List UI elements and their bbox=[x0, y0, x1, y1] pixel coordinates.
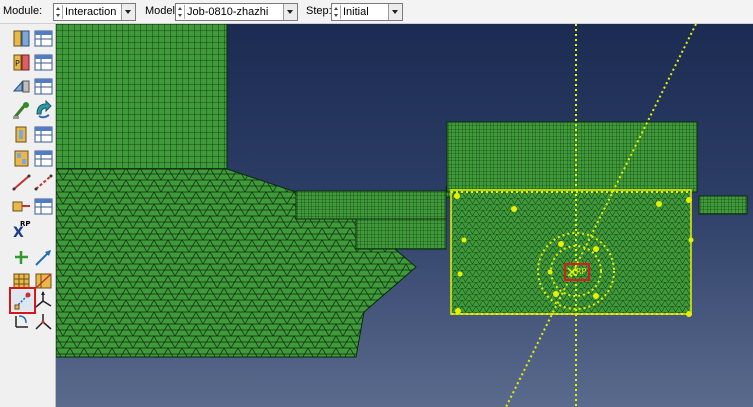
csys-triad-icon bbox=[35, 314, 52, 330]
module-dropdown-icon[interactable] bbox=[121, 4, 135, 20]
datum-axis-tool[interactable] bbox=[33, 247, 54, 268]
create-interaction-tool[interactable] bbox=[11, 28, 32, 49]
rp-label: RP bbox=[576, 267, 587, 276]
connector-section-tool[interactable] bbox=[33, 100, 54, 121]
reference-point-icon: RP X bbox=[11, 220, 32, 241]
grid-surface-icon bbox=[13, 273, 30, 289]
field-block-icon bbox=[14, 150, 29, 167]
constraint-coupling-icon bbox=[14, 292, 31, 310]
amplitude-tool[interactable] bbox=[11, 100, 32, 121]
model-spin-icon[interactable] bbox=[177, 5, 185, 19]
datum-csys-icon bbox=[15, 315, 28, 328]
datum-point-tool[interactable] bbox=[11, 247, 32, 268]
reference-point-tool[interactable]: RP X bbox=[11, 220, 32, 241]
connector-icon bbox=[34, 174, 53, 191]
connector-assignment-tool[interactable] bbox=[11, 196, 32, 217]
model-dropdown-icon[interactable] bbox=[283, 4, 297, 20]
module-spin-icon[interactable] bbox=[55, 5, 63, 19]
interaction-property-manager-tool[interactable] bbox=[33, 52, 54, 73]
manager-table-icon bbox=[34, 54, 53, 71]
step-dropdown-icon[interactable] bbox=[388, 4, 402, 20]
contact-manager-tool[interactable] bbox=[33, 76, 54, 97]
module-label: Module: bbox=[3, 5, 43, 17]
create-coordinate-system-tool[interactable] bbox=[33, 290, 54, 311]
create-constraint-tool-2[interactable] bbox=[11, 124, 32, 145]
create-field-tool[interactable] bbox=[11, 148, 32, 169]
create-constraint-tool[interactable] bbox=[9, 287, 36, 314]
interaction-toolbox: P RP X bbox=[0, 24, 56, 407]
connector-manager-tool[interactable] bbox=[33, 196, 54, 217]
display-csys-tool[interactable] bbox=[33, 312, 54, 333]
partition-icon bbox=[35, 273, 52, 289]
contact-pairs-icon bbox=[12, 80, 30, 93]
create-interaction-property-tool[interactable]: P bbox=[11, 52, 32, 73]
datum-axis-icon bbox=[35, 250, 51, 266]
create-connector-tool[interactable] bbox=[33, 172, 54, 193]
partition-tool[interactable] bbox=[33, 270, 54, 291]
manager-table-icon bbox=[34, 150, 53, 167]
paint-brush-icon bbox=[13, 102, 29, 119]
field-manager-tool[interactable] bbox=[33, 148, 54, 169]
step-spin-icon[interactable] bbox=[333, 5, 341, 19]
step-label: Step: bbox=[306, 5, 332, 17]
create-wire-tool[interactable] bbox=[11, 172, 32, 193]
model-value: Job-0810-zhazhi bbox=[187, 6, 269, 18]
svg-text:P: P bbox=[15, 59, 20, 68]
csys-icon bbox=[35, 291, 52, 308]
module-value: Interaction bbox=[65, 6, 117, 18]
step-combo[interactable]: Initial bbox=[331, 3, 403, 21]
model-label: Model: bbox=[145, 5, 179, 17]
constraint-block-icon bbox=[15, 126, 27, 143]
manager-table-icon bbox=[34, 198, 53, 215]
connector-assign-icon bbox=[12, 201, 30, 212]
surface-tool[interactable] bbox=[11, 270, 32, 291]
wire-icon bbox=[12, 174, 31, 191]
plus-icon bbox=[15, 251, 28, 264]
step-value: Initial bbox=[343, 6, 369, 18]
manager-table-icon bbox=[34, 30, 53, 47]
model-viewport[interactable]: RP bbox=[56, 24, 753, 407]
right-part-mesh[interactable] bbox=[446, 121, 698, 315]
context-bar: Module: Interaction Model: Job-0810-zhaz… bbox=[0, 0, 753, 24]
model-combo[interactable]: Job-0810-zhazhi bbox=[175, 3, 298, 21]
interaction-icon bbox=[13, 30, 30, 47]
manager-table-icon bbox=[34, 126, 53, 143]
rp-cross-icon: X bbox=[13, 225, 24, 241]
datum-csys-tool[interactable] bbox=[11, 312, 32, 333]
constraint-manager-tool[interactable] bbox=[33, 124, 54, 145]
find-contact-pairs-tool[interactable] bbox=[11, 76, 32, 97]
interaction-property-icon: P bbox=[13, 54, 30, 71]
module-combo[interactable]: Interaction bbox=[53, 3, 136, 21]
manager-table-icon bbox=[34, 78, 53, 95]
curved-arrow-icon bbox=[36, 100, 52, 119]
interaction-manager-tool[interactable] bbox=[33, 28, 54, 49]
